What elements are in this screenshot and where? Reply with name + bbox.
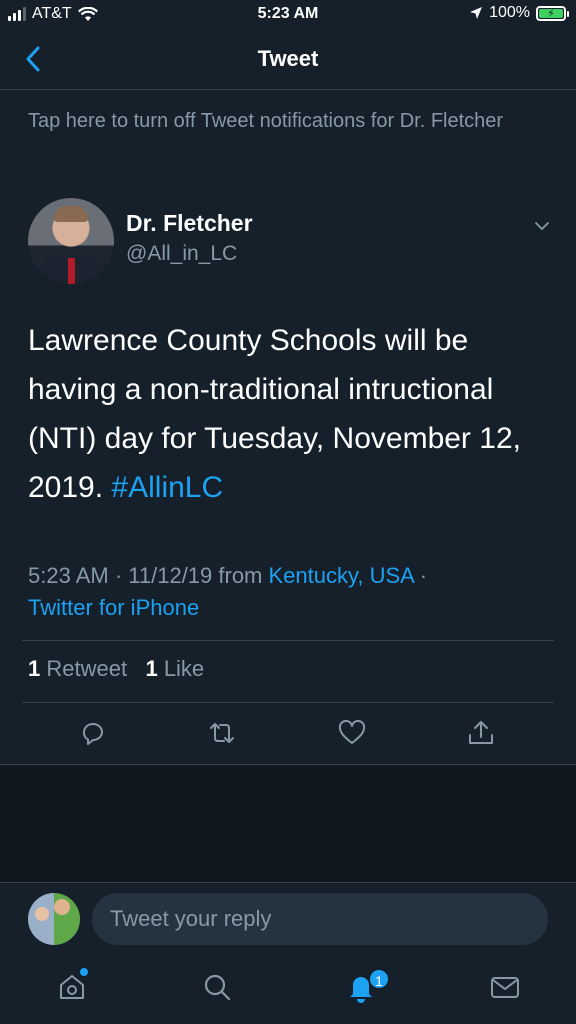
search-icon[interactable]: [200, 970, 234, 1004]
like-icon[interactable]: [337, 718, 367, 748]
reply-bar: Tweet your reply: [0, 882, 576, 952]
reply-icon[interactable]: [78, 718, 108, 748]
author-handle[interactable]: @All_in_LC: [126, 242, 237, 266]
replies-area: [0, 764, 576, 882]
tweet-text: Lawrence County Schools will be having a…: [28, 316, 558, 512]
tweet-meta: 5:23 AM · 11/12/19 from Kentucky, USA · T…: [28, 560, 558, 624]
battery-icon: ⚡: [536, 5, 569, 21]
share-icon[interactable]: [466, 718, 496, 748]
avatar[interactable]: [28, 198, 114, 284]
like-label[interactable]: Like: [164, 656, 204, 681]
source-link[interactable]: Twitter for iPhone: [28, 595, 199, 620]
tweet-body: Lawrence County Schools will be having a…: [28, 324, 521, 504]
tweet-timestamp: 5:23 AM · 11/12/19 from: [28, 563, 269, 588]
location-arrow-icon: [470, 7, 483, 19]
tweet-stats: 1 Retweet 1 Like: [28, 656, 204, 682]
status-right: 100% ⚡: [469, 4, 569, 22]
nav-bar: Tweet: [0, 30, 576, 90]
hashtag-link[interactable]: #AllinLC: [111, 471, 223, 504]
notifications-badge: 1: [368, 968, 390, 990]
reply-input[interactable]: Tweet your reply: [92, 893, 548, 945]
retweet-count[interactable]: 1: [28, 656, 40, 681]
page-title: Tweet: [257, 46, 319, 71]
meta-separator: ·: [413, 563, 428, 588]
tab-bar: [0, 952, 576, 1024]
chevron-down-icon[interactable]: [532, 216, 552, 236]
home-unread-dot: [80, 968, 88, 976]
status-bar: AT&T 5:23 AM 100% ⚡: [0, 0, 576, 30]
location-link[interactable]: Kentucky, USA: [269, 563, 414, 588]
messages-icon[interactable]: [488, 970, 522, 1004]
like-count[interactable]: 1: [145, 656, 157, 681]
tweet-actions: [0, 703, 576, 763]
author-name[interactable]: Dr. Fletcher: [126, 210, 253, 237]
retweet-label[interactable]: Retweet: [46, 656, 127, 681]
battery-percent: 100%: [489, 4, 530, 21]
tweet-author: Dr. Fletcher @All_in_LC: [28, 198, 558, 286]
user-avatar[interactable]: [28, 893, 80, 945]
retweet-icon[interactable]: [207, 718, 237, 748]
divider: [22, 640, 554, 641]
notification-toggle[interactable]: Tap here to turn off Tweet notifications…: [28, 108, 528, 135]
